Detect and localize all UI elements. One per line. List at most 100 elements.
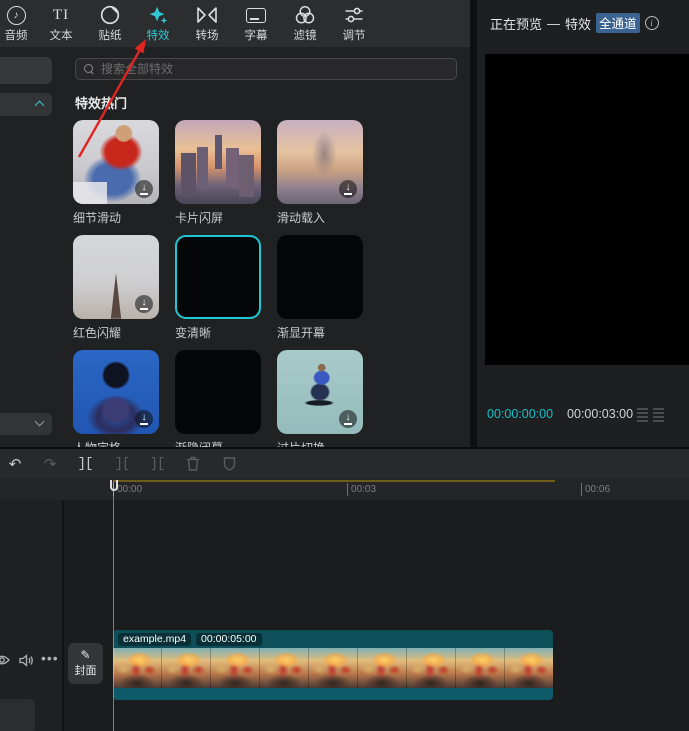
- timeline-toolbar: ↶ ↷ ][ ][ ][: [0, 449, 689, 478]
- effect-thumbnail[interactable]: [175, 235, 261, 319]
- collapsed-side-button[interactable]: [0, 57, 52, 84]
- playhead-line[interactable]: [113, 481, 114, 731]
- cover-label: 封面: [75, 662, 97, 678]
- collapse-down-button[interactable]: [0, 413, 52, 435]
- effect-thumbnail[interactable]: ↓: [277, 120, 363, 204]
- effect-item[interactable]: 渐显开幕: [277, 235, 363, 341]
- chevron-down-icon: [35, 417, 45, 427]
- tab-adjust[interactable]: 调节: [331, 3, 377, 47]
- effect-name: 渐隐闭幕: [175, 439, 261, 447]
- video-preview-area[interactable]: [485, 54, 689, 365]
- split-button[interactable]: ][: [74, 449, 96, 478]
- effect-thumbnail[interactable]: ↓: [277, 350, 363, 434]
- effect-name: 变清晰: [175, 324, 261, 341]
- filter-icon: [294, 3, 316, 27]
- tab-captions[interactable]: 字幕: [233, 3, 279, 47]
- audio-icon: ♪: [7, 3, 26, 27]
- tab-text[interactable]: TI 文本: [38, 3, 84, 47]
- search-icon: [84, 64, 94, 74]
- effect-item[interactable]: ↓ 细节滑动: [73, 120, 159, 226]
- clip-name: example.mp4: [118, 633, 191, 646]
- effects-search-box[interactable]: [75, 58, 457, 80]
- trash-icon: [186, 456, 200, 471]
- filmstrip-frame: [162, 648, 211, 688]
- track-column-divider: [62, 500, 64, 731]
- search-input[interactable]: [101, 62, 448, 76]
- channel-badge: 全通道: [596, 13, 640, 33]
- filmstrip-frame: [211, 648, 260, 688]
- preview-panel: 正在预览 — 特效 全通道 i 00:00:00:00 00:00:03:00: [477, 0, 689, 447]
- effect-thumbnail[interactable]: ↓: [73, 235, 159, 319]
- shield-icon: [223, 456, 236, 471]
- panel-divider: [470, 0, 477, 447]
- preview-timecodes: 00:00:00:00 00:00:03:00: [487, 407, 633, 421]
- captions-icon: [246, 3, 266, 27]
- tab-label: 转场: [196, 27, 219, 43]
- video-clip[interactable]: example.mp4 00:00:05:00: [113, 630, 553, 700]
- tab-sticker[interactable]: 贴纸: [87, 3, 133, 47]
- partial-corner-button[interactable]: [0, 699, 35, 731]
- playhead-handle[interactable]: [110, 480, 118, 491]
- split-right-button[interactable]: ][: [146, 449, 168, 478]
- filmstrip-frame: [113, 648, 162, 688]
- capcut-window: ♪ 音频 TI 文本 贴纸 特效: [0, 0, 689, 731]
- undo-button[interactable]: ↶: [4, 449, 26, 478]
- tab-label: 文本: [50, 27, 73, 43]
- preview-queue-icon[interactable]: [637, 407, 664, 422]
- effects-icon: [147, 3, 169, 27]
- mask-button[interactable]: [218, 449, 240, 478]
- preview-title: 正在预览: [490, 14, 542, 33]
- filmstrip-frame: [407, 648, 456, 688]
- collapse-up-button[interactable]: [0, 93, 52, 116]
- effect-item-selected[interactable]: 变清晰: [175, 235, 261, 341]
- filmstrip-frame: [358, 648, 407, 688]
- effect-name: 细节滑动: [73, 209, 159, 226]
- clip-title-bar: example.mp4 00:00:05:00: [113, 630, 553, 648]
- effect-item[interactable]: ↓ 红色闪耀: [73, 235, 159, 341]
- download-icon: ↓: [339, 410, 357, 428]
- effect-item[interactable]: ↓ 人物定格: [73, 350, 159, 447]
- track-more-icon[interactable]: •••: [41, 650, 59, 666]
- effect-item[interactable]: 卡片闪屏: [175, 120, 261, 226]
- download-icon: ↓: [135, 295, 153, 313]
- tab-filter[interactable]: 滤镜: [282, 3, 328, 47]
- download-icon: ↓: [135, 410, 153, 428]
- effect-thumbnail[interactable]: [175, 350, 261, 434]
- tab-transition[interactable]: 转场: [184, 3, 230, 47]
- effect-name: 滑动载入: [277, 209, 363, 226]
- tab-label: 特效: [147, 27, 170, 43]
- filmstrip-frame: [505, 648, 553, 688]
- redo-button[interactable]: ↷: [39, 449, 61, 478]
- tab-effects[interactable]: 特效: [135, 3, 181, 47]
- tab-label: 贴纸: [99, 27, 122, 43]
- effect-thumbnail[interactable]: [277, 235, 363, 319]
- clip-duration: 00:00:05:00: [196, 633, 261, 646]
- effect-thumbnail[interactable]: ↓: [73, 120, 159, 204]
- pencil-icon: ✎: [80, 649, 90, 662]
- download-icon: ↓: [135, 180, 153, 198]
- download-icon: ↓: [339, 180, 357, 198]
- transition-icon: [195, 3, 219, 27]
- effect-item[interactable]: 渐隐闭幕: [175, 350, 261, 447]
- ruler-label: 00:03: [347, 483, 376, 496]
- filmstrip-frame: [456, 648, 505, 688]
- info-icon[interactable]: i: [645, 16, 659, 30]
- split-left-button[interactable]: ][: [111, 449, 133, 478]
- clip-filmstrip: [113, 648, 553, 688]
- effect-thumbnail[interactable]: [175, 120, 261, 204]
- effect-item[interactable]: ↓ 滑动载入: [277, 120, 363, 226]
- mute-track-icon[interactable]: [19, 654, 34, 672]
- ruler-label: 00:06: [581, 483, 610, 496]
- text-icon: TI: [53, 3, 69, 27]
- effect-name: 过片切换: [277, 439, 363, 447]
- effect-thumbnail[interactable]: ↓: [73, 350, 159, 434]
- tab-label: 调节: [343, 27, 366, 43]
- preview-header: 正在预览 — 特效 全通道 i: [490, 13, 659, 33]
- cover-button[interactable]: ✎ 封面: [68, 643, 103, 684]
- filmstrip-frame: [260, 648, 309, 688]
- effect-item[interactable]: ↓ 过片切换: [277, 350, 363, 447]
- tab-audio[interactable]: ♪ 音频: [0, 3, 39, 47]
- toggle-visibility-icon[interactable]: [0, 653, 10, 671]
- delete-button[interactable]: [182, 449, 204, 478]
- top-toolbar: ♪ 音频 TI 文本 贴纸 特效: [0, 0, 470, 47]
